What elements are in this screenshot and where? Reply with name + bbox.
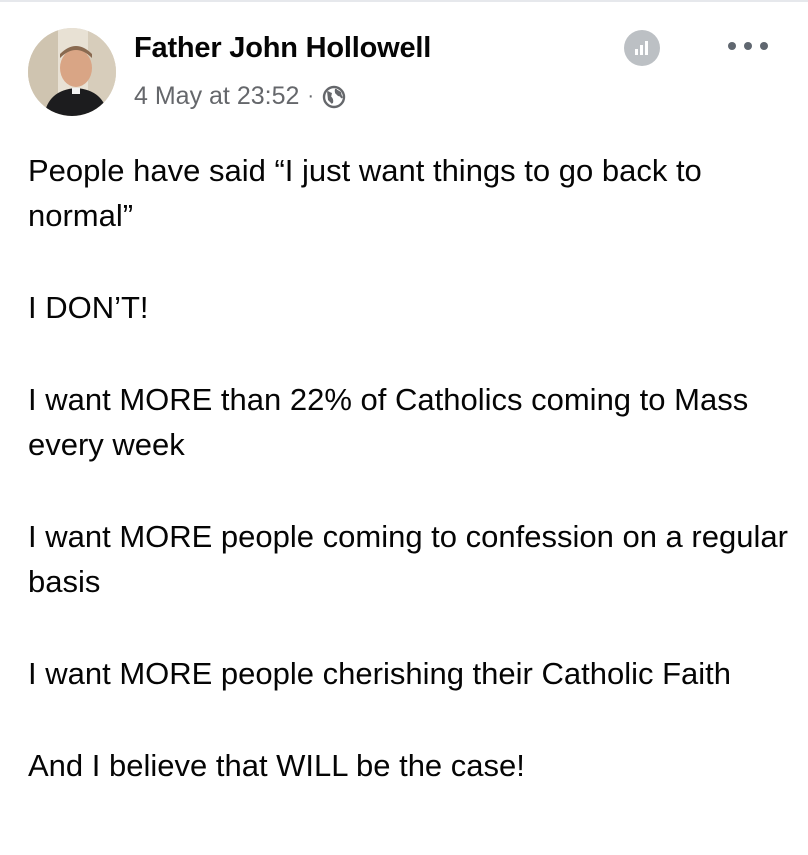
post-meta: 4 May at 23:52 ·: [134, 82, 346, 111]
post-paragraph: People have said “I just want things to …: [28, 153, 702, 233]
more-dot-icon: [744, 42, 752, 50]
more-options-icon[interactable]: [728, 34, 768, 58]
post-paragraph: I DON’T!: [28, 290, 149, 325]
post-timestamp[interactable]: 4 May at 23:52: [134, 82, 299, 111]
post-paragraph: I want MORE than 22% of Catholics coming…: [28, 382, 749, 462]
post-header: Father John Hollowell 4 May at 23:52 ·: [28, 28, 780, 120]
more-dot-icon: [760, 42, 768, 50]
meta-separator: ·: [307, 85, 315, 107]
avatar[interactable]: [28, 28, 116, 116]
insights-icon[interactable]: [624, 30, 660, 66]
post-body: People have said “I just want things to …: [28, 148, 788, 835]
post-paragraph: I want MORE people coming to confession …: [28, 519, 788, 599]
post-paragraph: And I believe that WILL be the case!: [28, 748, 525, 783]
more-dot-icon: [728, 42, 736, 50]
top-divider: [0, 0, 808, 2]
post-paragraph: I want MORE people cherishing their Cath…: [28, 656, 731, 691]
author-name[interactable]: Father John Hollowell: [134, 32, 431, 65]
globe-icon: [322, 85, 346, 109]
